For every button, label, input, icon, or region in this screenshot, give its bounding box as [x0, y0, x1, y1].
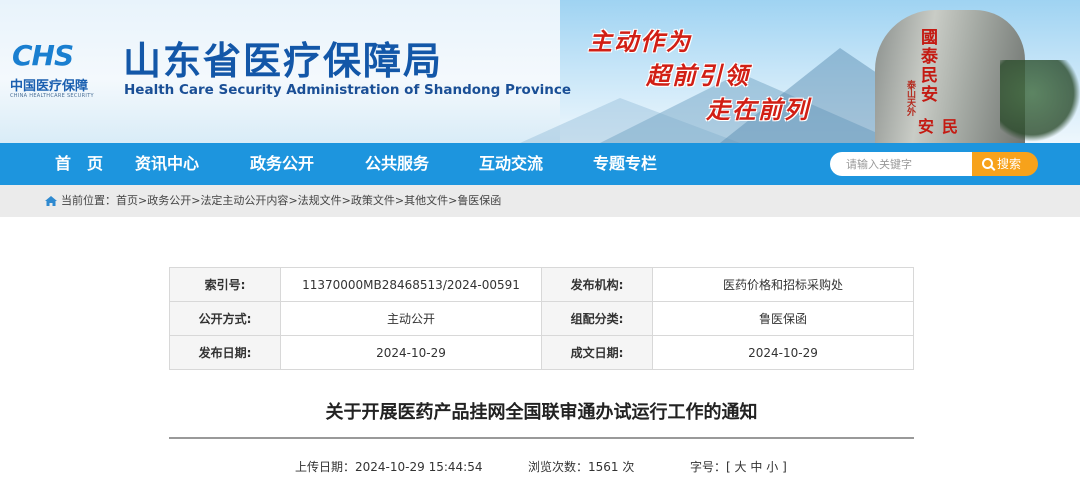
view-count-value: 1561 — [588, 460, 619, 474]
table-row: 发布日期: 2024-10-29 成文日期: 2024-10-29 — [169, 335, 914, 370]
breadcrumb-item-current[interactable]: 鲁医保函 — [457, 194, 501, 207]
info-label: 组配分类: — [541, 301, 653, 336]
nav-item-interaction[interactable]: 互动交流 — [479, 143, 543, 185]
breadcrumb-separator: > — [288, 194, 298, 207]
breadcrumb-item-regulations[interactable]: 法规文件 — [298, 194, 342, 207]
search-button[interactable]: 搜索 — [972, 152, 1038, 176]
font-size-bracket: [ — [726, 460, 731, 474]
info-label: 发布机构: — [541, 267, 653, 302]
search-input[interactable] — [830, 152, 972, 176]
view-count-unit: 次 — [622, 460, 635, 474]
breadcrumb-separator: > — [138, 194, 148, 207]
info-value: 主动公开 — [280, 301, 542, 336]
info-value: 2024-10-29 — [652, 335, 914, 370]
info-label: 发布日期: — [169, 335, 281, 370]
view-count: 浏览次数：1561 次 — [528, 458, 634, 475]
view-count-label: 浏览次数： — [528, 460, 589, 474]
site-title[interactable]: 山东省医疗保障局 — [123, 38, 443, 84]
table-row: 索引号: 11370000MB28468513/2024-00591 发布机构:… — [169, 267, 914, 302]
site-header: 國泰民安 泰山天外 民安 CHS 中国医疗保障 CHINA HEALTHCARE… — [0, 0, 1080, 143]
font-size-large[interactable]: 大 — [735, 460, 747, 474]
breadcrumb-item-other[interactable]: 其他文件 — [404, 194, 448, 207]
nav-item-gov-affairs[interactable]: 政务公开 — [250, 143, 314, 185]
info-value: 2024-10-29 — [280, 335, 542, 370]
title-divider — [169, 437, 914, 439]
pine-tree-image — [1000, 60, 1080, 143]
font-size-small[interactable]: 小 — [766, 460, 778, 474]
search-icon — [982, 158, 993, 169]
info-label: 成文日期: — [541, 335, 653, 370]
logo-chinese-text: 中国医疗保障 — [10, 79, 89, 94]
info-value: 鲁医保函 — [652, 301, 914, 336]
home-icon — [45, 196, 57, 206]
slogan-line-1: 主动作为 — [588, 27, 692, 56]
nav-item-topics[interactable]: 专题专栏 — [593, 143, 657, 185]
breadcrumb-separator: > — [448, 194, 458, 207]
info-value: 11370000MB28468513/2024-00591 — [280, 267, 542, 302]
breadcrumb-item-home[interactable]: 首页 — [116, 194, 138, 207]
breadcrumb: 当前位置：首页>政务公开>法定主动公开内容>法规文件>政策文件>其他文件>鲁医保… — [61, 193, 501, 209]
table-row: 公开方式: 主动公开 组配分类: 鲁医保函 — [169, 301, 914, 336]
breadcrumb-separator: > — [394, 194, 405, 207]
breadcrumb-separator: > — [341, 194, 351, 207]
font-size-switcher: 字号：[ 大 中 小 ] — [690, 458, 787, 475]
site-subtitle: Health Care Security Administration of S… — [124, 82, 572, 98]
chs-logo-icon[interactable]: CHS — [12, 42, 104, 70]
info-label: 公开方式: — [169, 301, 281, 336]
breadcrumb-prefix: 当前位置： — [61, 194, 116, 207]
info-label: 索引号: — [169, 267, 281, 302]
article-title: 关于开展医药产品挂网全国联审通办试运行工作的通知 — [325, 402, 758, 423]
upload-date-label: 上传日期： — [295, 460, 356, 474]
breadcrumb-item-statutory[interactable]: 法定主动公开内容 — [200, 194, 288, 207]
font-size-label: 字号： — [690, 460, 727, 474]
search-button-label: 搜索 — [997, 157, 1022, 171]
font-size-medium[interactable]: 中 — [750, 460, 762, 474]
breadcrumb-item-gov-affairs[interactable]: 政务公开 — [147, 194, 191, 207]
slogan-line-2: 超前引领 — [646, 61, 750, 90]
breadcrumb-item-policy[interactable]: 政策文件 — [351, 194, 395, 207]
rock-inscription-bottom: 民安 — [915, 118, 958, 134]
nav-item-public-service[interactable]: 公共服务 — [365, 143, 429, 185]
upload-date-value: 2024-10-29 15:44:54 — [355, 460, 483, 474]
logo-english-text: CHINA HEALTHCARE SECURITY — [10, 93, 94, 99]
rock-inscription-small: 泰山天外 — [905, 80, 915, 116]
nav-item-home[interactable]: 首 页 — [55, 143, 103, 185]
slogan-line-3: 走在前列 — [706, 95, 810, 124]
nav-item-news[interactable]: 资讯中心 — [135, 143, 199, 185]
upload-date: 上传日期：2024-10-29 15:44:54 — [295, 458, 482, 475]
font-size-bracket: ] — [782, 460, 787, 474]
document-info-table: 索引号: 11370000MB28468513/2024-00591 发布机构:… — [169, 267, 914, 370]
info-value: 医药价格和招标采购处 — [652, 267, 914, 302]
rock-inscription: 國泰民安 — [917, 28, 937, 104]
